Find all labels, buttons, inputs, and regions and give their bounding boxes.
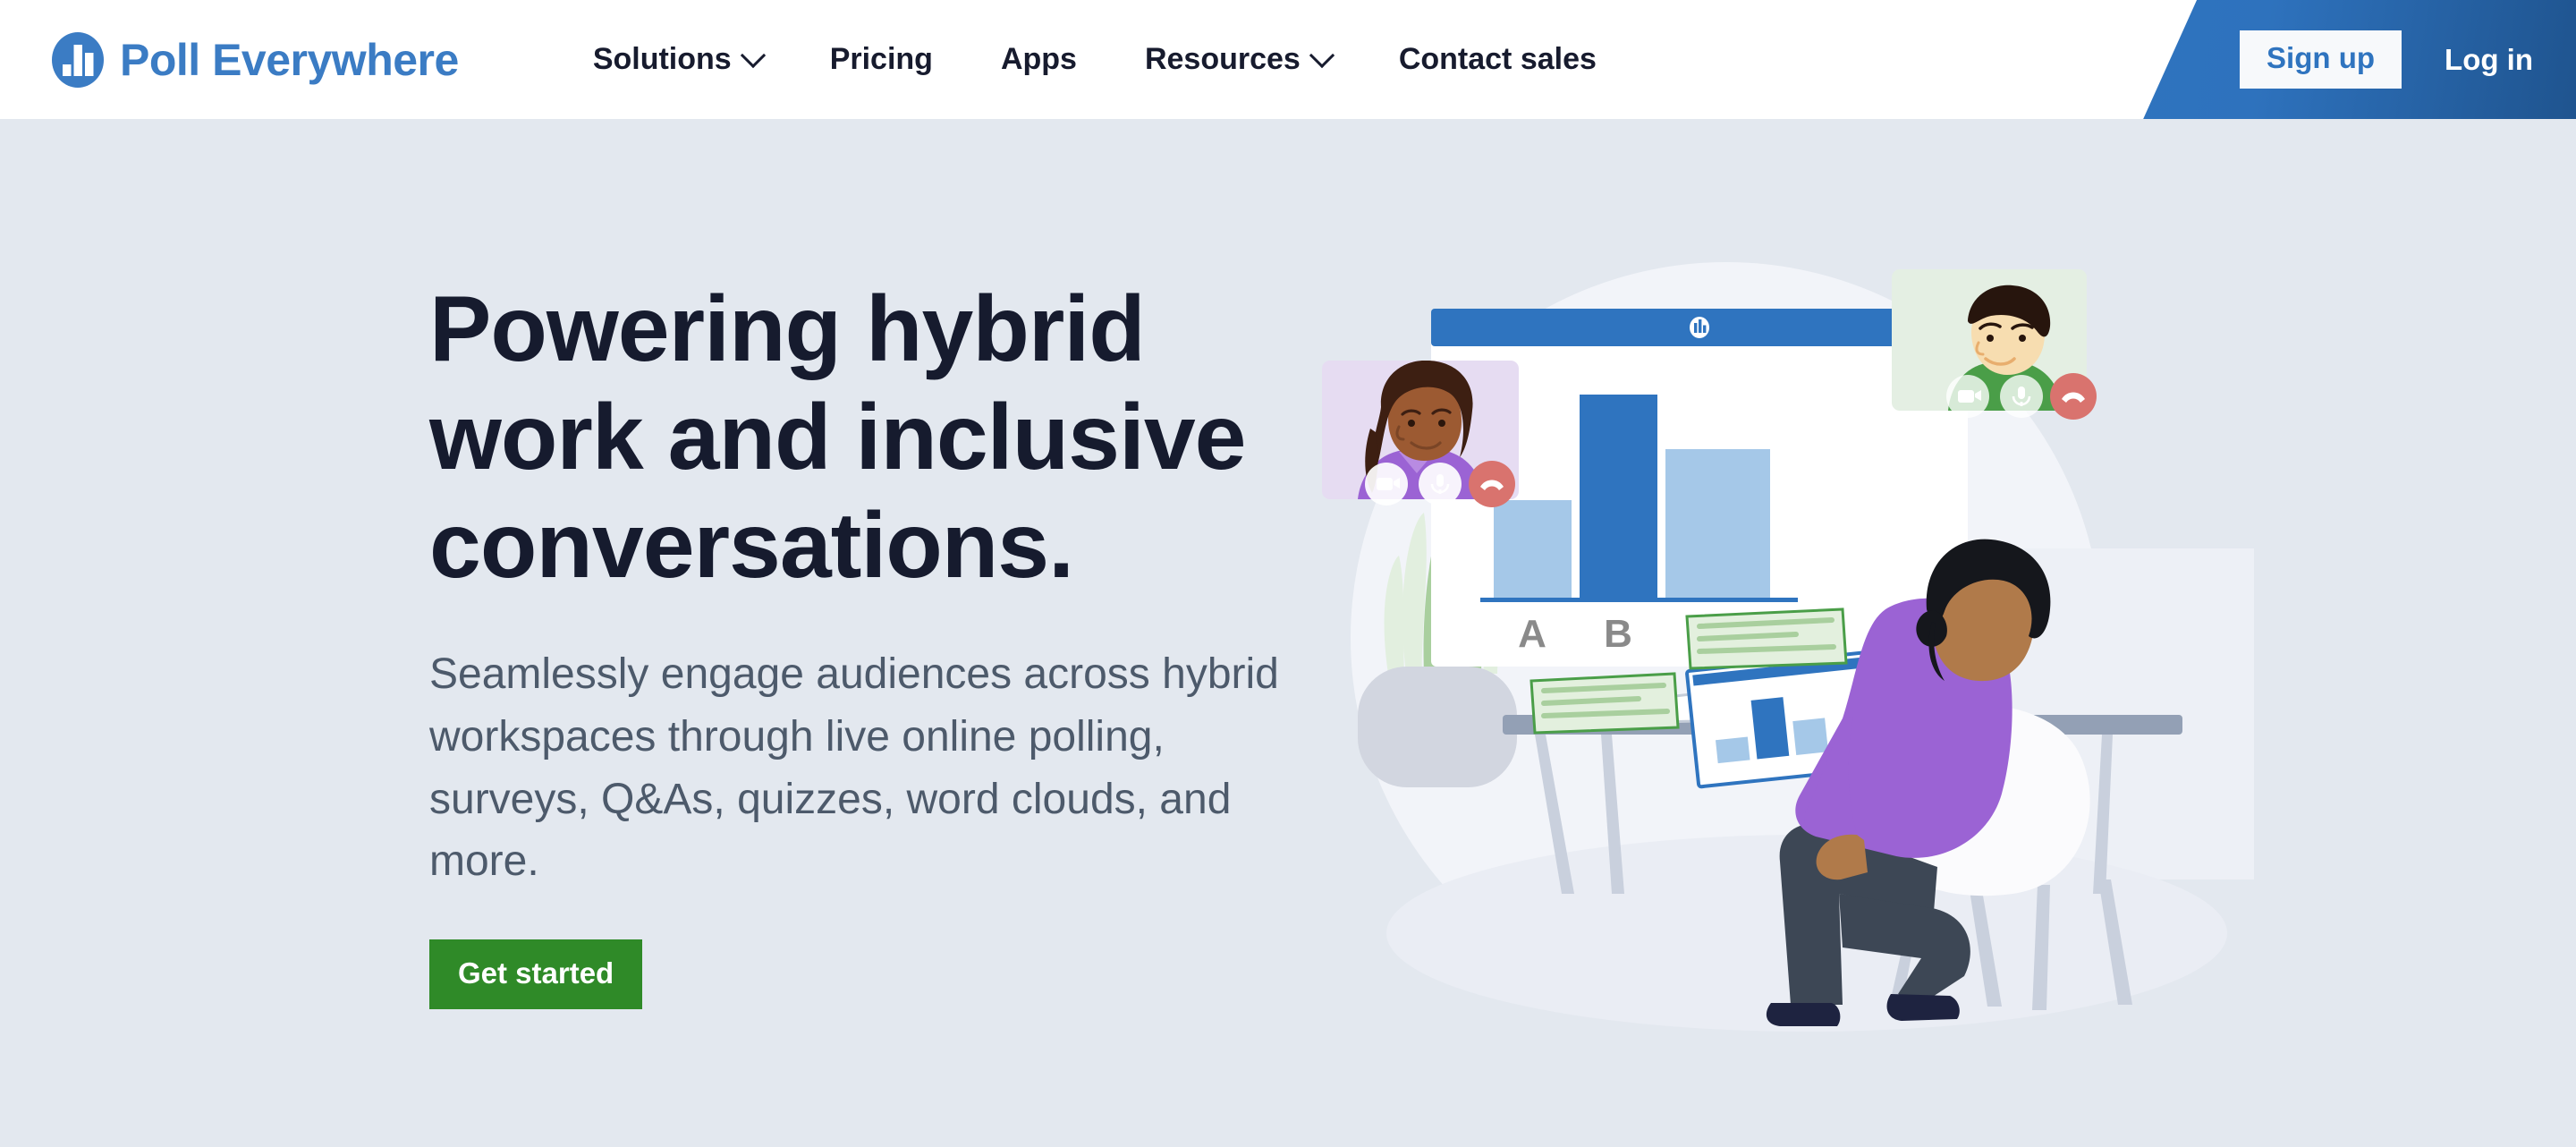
site-header: Poll Everywhere Solutions Pricing Apps R… [0,0,2576,119]
tile-controls-right [1946,373,2097,420]
chevron-down-icon [740,42,766,68]
logo-wordmark: Poll Everywhere [120,34,459,85]
chat-message-card [1685,607,1848,670]
bar-chart-logo-icon [50,31,106,88]
log-in-link[interactable]: Log in [2445,43,2533,77]
hero-subtitle: Seamlessly engage audiences across hybri… [429,650,1279,886]
nav-label-contact-sales: Contact sales [1398,42,1597,76]
bar-label-a: A [1518,612,1546,656]
hero-copy: Powering hybrid work and inclusive conve… [429,276,1351,1010]
chart-axis-line [1480,598,1798,602]
bar-label-b: B [1604,612,1632,656]
nav-label-solutions: Solutions [592,42,732,76]
nav-item-contact-sales[interactable]: Contact sales [1365,42,1631,77]
sign-up-button[interactable]: Sign up [2240,30,2402,89]
bar-a [1494,500,1572,599]
get-started-button[interactable]: Get started [429,939,643,1010]
page-title: Powering hybrid work and inclusive conve… [429,277,1247,599]
chat-message-card [1530,672,1680,735]
tile-controls-left [1365,461,1515,507]
nav-label-pricing: Pricing [829,42,933,76]
nav-label-resources: Resources [1144,42,1301,76]
nav-item-resources[interactable]: Resources [1111,42,1365,77]
hybrid-meeting-illustration: A B C [1306,253,2254,1094]
nav-item-pricing[interactable]: Pricing [796,42,967,77]
logo-link[interactable]: Poll Everywhere [50,31,459,88]
nav-label-apps: Apps [1000,42,1077,76]
chevron-down-icon [1309,42,1335,68]
bar-b [1580,395,1657,599]
nav-item-solutions[interactable]: Solutions [559,42,796,77]
main-navigation: Solutions Pricing Apps Resources Contact… [559,42,1631,77]
bar-c [1665,449,1770,599]
bar-chart-logo-icon [1690,317,1709,338]
participant-tile-left [1322,361,1519,507]
auth-panel: Sign up Log in [2143,0,2576,119]
participant-tile-right [1892,269,2097,420]
hero-section: Powering hybrid work and inclusive conve… [0,119,2576,1147]
nav-item-apps[interactable]: Apps [967,42,1111,77]
